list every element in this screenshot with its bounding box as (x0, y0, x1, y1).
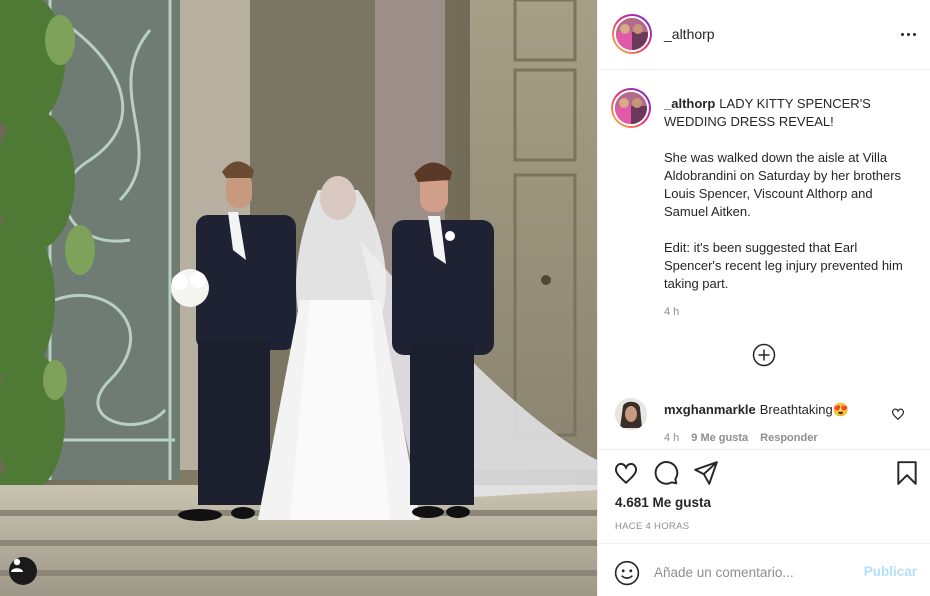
share-icon[interactable] (693, 460, 719, 486)
post-timestamp[interactable]: HACE 4 HORAS (615, 521, 689, 532)
avatar-photo (615, 92, 647, 124)
comment-text: mxghanmarkle Breathtaking😍 (664, 402, 849, 418)
comment-meta: 4 h 9 Me gusta Responder (664, 432, 818, 444)
user-tag-button[interactable] (9, 557, 37, 585)
comment-composer: Publicar (598, 543, 930, 596)
caption-timestamp[interactable]: 4 h (664, 306, 679, 318)
emoji-icon[interactable] (614, 560, 640, 586)
author-avatar[interactable] (612, 14, 652, 54)
post-header: _althorp (598, 0, 930, 70)
comment-body: Breathtaking😍 (759, 402, 849, 417)
caption-avatar[interactable] (611, 88, 651, 128)
comment-item: mxghanmarkle Breathtaking😍 4 h 9 Me gusta… (598, 393, 930, 449)
comment-icon[interactable] (653, 460, 679, 486)
comment-likes[interactable]: 9 Me gusta (691, 432, 748, 444)
commenter-username[interactable]: mxghanmarkle (664, 402, 756, 417)
caption-username[interactable]: _althorp (664, 96, 715, 111)
load-more-icon[interactable] (752, 343, 776, 367)
author-username[interactable]: _althorp (664, 26, 715, 42)
publish-button[interactable]: Publicar (864, 564, 917, 579)
bookmark-icon[interactable] (894, 460, 920, 486)
commenter-avatar[interactable] (615, 398, 647, 430)
post-side-panel: _althorp _althorp LADY KITTY SPENCER'S WE… (597, 0, 930, 596)
like-count[interactable]: 4.681 Me gusta (615, 495, 711, 510)
comment-time[interactable]: 4 h (664, 432, 679, 444)
caption-paragraph-2: Edit: it's been suggested that Earl Spen… (664, 240, 903, 291)
reply-button[interactable]: Responder (760, 432, 817, 444)
post-photo[interactable] (0, 0, 597, 596)
post-actions: 4.681 Me gusta HACE 4 HORAS (598, 449, 930, 543)
user-tag-icon (11, 558, 23, 572)
comment-input[interactable] (654, 561, 854, 583)
caption-paragraph-1: She was walked down the aisle at Villa A… (664, 150, 902, 219)
avatar-photo (616, 18, 648, 50)
more-options-button[interactable] (897, 24, 919, 44)
avatar-photo (615, 398, 647, 430)
comment-heart-icon[interactable] (891, 407, 905, 421)
more-options-icon (900, 32, 916, 36)
heart-icon[interactable] (613, 460, 639, 486)
caption-text: _althorp LADY KITTY SPENCER'S WEDDING DRE… (664, 95, 914, 311)
wedding-photo (0, 0, 597, 596)
